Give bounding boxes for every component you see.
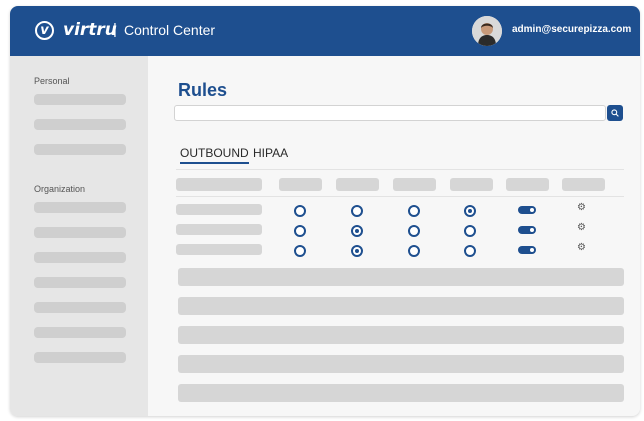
organization-section-label: Organization bbox=[34, 184, 86, 194]
rule-radio[interactable] bbox=[294, 225, 306, 237]
column-header-placeholder bbox=[393, 178, 436, 191]
gear-icon[interactable]: ⚙ bbox=[577, 202, 586, 213]
rule-toggle[interactable] bbox=[518, 246, 536, 254]
rule-row-placeholder bbox=[178, 326, 624, 344]
search-input[interactable] bbox=[174, 105, 606, 121]
rule-radio[interactable] bbox=[294, 205, 306, 217]
gear-icon[interactable]: ⚙ bbox=[577, 242, 586, 253]
rule-toggle[interactable] bbox=[518, 206, 536, 214]
rule-row-placeholder bbox=[178, 384, 624, 402]
user-avatar-icon[interactable] bbox=[472, 16, 502, 46]
rule-radio[interactable] bbox=[408, 205, 420, 217]
brand-separator: | bbox=[113, 21, 117, 38]
sidebar-item[interactable] bbox=[34, 94, 126, 105]
rule-name-placeholder bbox=[176, 204, 262, 215]
rule-toggle[interactable] bbox=[518, 226, 536, 234]
rule-radio-selected[interactable] bbox=[464, 205, 476, 217]
rule-radio[interactable] bbox=[464, 225, 476, 237]
main-content: Rules OUTBOUND HIPAA ⚙ ⚙ ⚙ bbox=[148, 56, 640, 416]
rule-row-placeholder bbox=[178, 268, 624, 286]
rule-radio[interactable] bbox=[408, 245, 420, 257]
sidebar-item[interactable] bbox=[34, 327, 126, 338]
rule-radio[interactable] bbox=[408, 225, 420, 237]
user-email[interactable]: admin@securepizza.com bbox=[512, 24, 631, 35]
search-icon bbox=[611, 109, 619, 117]
rule-radio-selected[interactable] bbox=[351, 245, 363, 257]
column-header-placeholder bbox=[176, 178, 262, 191]
sidebar-item[interactable] bbox=[34, 202, 126, 213]
virtru-logo-icon: v bbox=[35, 21, 54, 40]
sidebar-item[interactable] bbox=[34, 277, 126, 288]
rule-row-placeholder bbox=[178, 297, 624, 315]
sidebar-item[interactable] bbox=[34, 352, 126, 363]
personal-section-label: Personal bbox=[34, 76, 70, 86]
rule-name-placeholder bbox=[176, 224, 262, 235]
header-divider bbox=[176, 196, 624, 197]
sidebar: Personal Organization bbox=[10, 56, 148, 416]
column-header-placeholder bbox=[336, 178, 379, 191]
sidebar-item[interactable] bbox=[34, 119, 126, 130]
rule-radio-selected[interactable] bbox=[351, 225, 363, 237]
tab-hipaa[interactable]: HIPAA bbox=[253, 146, 288, 160]
column-header-placeholder bbox=[279, 178, 322, 191]
rule-row-placeholder bbox=[178, 355, 624, 373]
gear-icon[interactable]: ⚙ bbox=[577, 222, 586, 233]
rule-radio[interactable] bbox=[294, 245, 306, 257]
sidebar-item[interactable] bbox=[34, 144, 126, 155]
tab-outbound[interactable]: OUTBOUND bbox=[180, 146, 249, 164]
page-title: Rules bbox=[178, 80, 228, 100]
column-header-placeholder bbox=[562, 178, 605, 191]
column-header-placeholder bbox=[506, 178, 549, 191]
column-header-placeholder bbox=[450, 178, 493, 191]
app-window: v virtru | Control Center admin@securepi… bbox=[10, 6, 640, 416]
top-bar: v virtru | Control Center admin@securepi… bbox=[10, 6, 640, 56]
sidebar-item[interactable] bbox=[34, 302, 126, 313]
section-title: Control Center bbox=[124, 22, 216, 38]
rule-radio[interactable] bbox=[464, 245, 476, 257]
sidebar-item[interactable] bbox=[34, 227, 126, 238]
brand-name: virtru bbox=[63, 20, 117, 40]
search-button[interactable] bbox=[607, 105, 623, 121]
sidebar-item[interactable] bbox=[34, 252, 126, 263]
rule-radio[interactable] bbox=[351, 205, 363, 217]
rule-name-placeholder bbox=[176, 244, 262, 255]
tab-divider bbox=[176, 169, 624, 170]
